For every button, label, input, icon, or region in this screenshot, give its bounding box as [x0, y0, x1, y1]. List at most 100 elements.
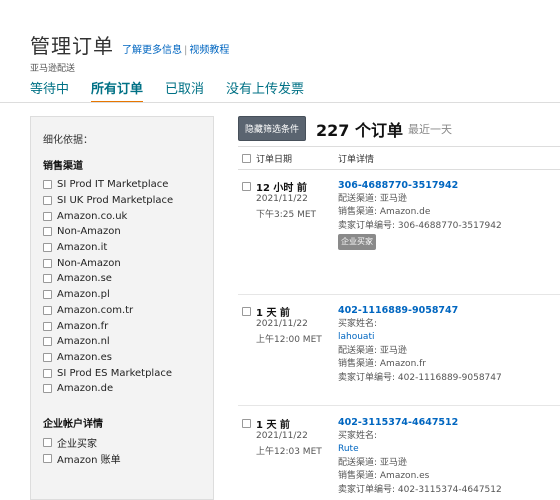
- order-details: 402-1116889-9058747 买家姓名: lahouati 配送渠道:…: [338, 304, 502, 385]
- filter-channel[interactable]: SI UK Prod Marketplace: [43, 193, 173, 209]
- filter-label: SI Prod IT Marketplace: [57, 179, 169, 191]
- filter-label: 企业买家: [57, 439, 97, 451]
- tabs-divider: [0, 102, 560, 103]
- checkbox[interactable]: [43, 211, 52, 221]
- buyer-name-link[interactable]: Rute: [338, 443, 502, 457]
- filter-label: Amazon.se: [57, 273, 112, 285]
- select-all-checkbox[interactable]: [242, 153, 251, 163]
- filter-channel[interactable]: Non-Amazon: [43, 224, 173, 240]
- filter-label: SI UK Prod Marketplace: [57, 195, 174, 207]
- business-account-title: 企业帐户详情: [43, 419, 103, 430]
- filter-label: Amazon.es: [57, 351, 112, 363]
- order-tabs: 等待中 所有订单 已取消 没有上传发票: [30, 78, 326, 103]
- filter-label: Amazon.it: [57, 242, 108, 254]
- buyer-name-label: 买家姓名:: [338, 430, 378, 441]
- checkbox[interactable]: [43, 258, 52, 268]
- checkbox[interactable]: [43, 274, 52, 284]
- fulfillment-channel: 配送渠道: 亚马逊: [338, 345, 407, 356]
- order-id-link[interactable]: 306-4688770-3517942: [338, 179, 502, 193]
- filter-label: Amazon.pl: [57, 289, 110, 301]
- buyer-name-link[interactable]: lahouati: [338, 331, 502, 345]
- filter-channel[interactable]: Amazon.co.uk: [43, 208, 173, 224]
- order-id-link[interactable]: 402-1116889-9058747: [338, 304, 502, 318]
- filter-business[interactable]: Amazon 账单: [43, 451, 121, 467]
- hide-filters-button[interactable]: 隐藏筛选条件: [238, 116, 307, 141]
- checkbox[interactable]: [43, 196, 52, 206]
- column-order-details: 订单详情: [338, 154, 375, 165]
- filter-label: Amazon.co.uk: [57, 210, 128, 222]
- filter-channel[interactable]: Amazon.fr: [43, 318, 173, 334]
- checkbox[interactable]: [43, 243, 52, 253]
- orders-table-header: 订单日期 订单详情: [238, 146, 560, 170]
- sales-channel: 销售渠道: Amazon.fr: [338, 359, 426, 369]
- tab-no-invoice[interactable]: 没有上传发票: [226, 78, 304, 103]
- order-details: 402-3115374-4647512 买家姓名: Rute 配送渠道: 亚马逊…: [338, 416, 502, 497]
- table-row: 1 天 前 2021/11/22 上午12:00 MET 402-1116889…: [238, 304, 560, 404]
- filter-channel[interactable]: Non-Amazon: [43, 255, 173, 271]
- filter-channel[interactable]: Amazon.pl: [43, 287, 173, 303]
- checkbox[interactable]: [43, 305, 52, 315]
- sales-channel: 销售渠道: Amazon.es: [338, 471, 430, 481]
- order-time: 下午3:25 MET: [256, 210, 317, 220]
- order-age: 1 天 前: [256, 308, 290, 319]
- table-row: 1 天 前 2021/11/22 上午12:03 MET 402-3115374…: [238, 416, 560, 500]
- row-divider: [238, 294, 560, 295]
- fulfillment-channel: 配送渠道: 亚马逊: [338, 193, 407, 204]
- filter-channel[interactable]: Amazon.es: [43, 350, 173, 366]
- filter-label: Amazon.com.tr: [57, 304, 134, 316]
- filter-business[interactable]: 企业买家: [43, 435, 121, 451]
- checkbox[interactable]: [43, 321, 52, 331]
- checkbox[interactable]: [43, 384, 52, 394]
- filter-label: Non-Amazon: [57, 257, 121, 269]
- filter-label: SI Prod ES Marketplace: [57, 367, 172, 379]
- checkbox[interactable]: [43, 337, 52, 347]
- order-date: 2021/11/22: [256, 194, 308, 204]
- checkbox[interactable]: [43, 290, 52, 300]
- order-count: 227 个订单: [316, 120, 403, 140]
- filter-label: Amazon.nl: [57, 336, 110, 348]
- filter-sidebar: 细化依据： 销售渠道 SI Prod IT Marketplace SI UK …: [30, 116, 214, 500]
- filter-label: Non-Amazon: [57, 226, 121, 238]
- checkbox[interactable]: [43, 352, 52, 362]
- order-time: 上午12:00 MET: [256, 335, 322, 345]
- order-time: 上午12:03 MET: [256, 447, 322, 457]
- seller-order-id: 卖家订单编号: 306-4688770-3517942: [338, 220, 502, 231]
- filter-channel[interactable]: Amazon.de: [43, 381, 173, 397]
- buyer-name-label: 买家姓名:: [338, 318, 378, 329]
- row-checkbox[interactable]: [242, 307, 251, 316]
- checkbox[interactable]: [43, 454, 52, 464]
- filter-label: Amazon.fr: [57, 320, 109, 332]
- filter-channel[interactable]: Amazon.se: [43, 271, 173, 287]
- filter-channel[interactable]: Amazon.nl: [43, 334, 173, 350]
- checkbox[interactable]: [43, 227, 52, 237]
- filter-channel[interactable]: SI Prod ES Marketplace: [43, 365, 173, 381]
- filter-channel[interactable]: SI Prod IT Marketplace: [43, 177, 173, 193]
- tab-cancelled[interactable]: 已取消: [165, 78, 204, 103]
- video-tutorial-link[interactable]: 视频教程: [189, 45, 229, 56]
- checkbox[interactable]: [43, 180, 52, 190]
- row-checkbox[interactable]: [242, 419, 251, 428]
- table-row: 12 小时 前 2021/11/22 下午3:25 MET 306-468877…: [238, 179, 560, 289]
- order-id-link[interactable]: 402-3115374-4647512: [338, 416, 502, 430]
- page-header: 管理订单 了解更多信息 | 视频教程: [30, 30, 229, 59]
- sales-channel-list: SI Prod IT Marketplace SI UK Prod Market…: [43, 177, 173, 397]
- tab-all-orders[interactable]: 所有订单: [91, 78, 144, 103]
- order-date: 2021/11/22: [256, 319, 308, 329]
- link-separator: |: [184, 45, 188, 56]
- filter-channel[interactable]: Amazon.com.tr: [43, 303, 173, 319]
- date-range-label: 最近一天: [408, 122, 452, 136]
- business-filter-list: 企业买家 Amazon 账单: [43, 435, 121, 466]
- row-checkbox[interactable]: [242, 182, 251, 191]
- page-title: 管理订单: [30, 34, 114, 58]
- row-divider: [238, 405, 560, 406]
- checkbox[interactable]: [43, 438, 52, 448]
- order-date: 2021/11/22: [256, 431, 308, 441]
- order-details: 306-4688770-3517942 配送渠道: 亚马逊 销售渠道: Amaz…: [338, 179, 502, 250]
- checkbox[interactable]: [43, 368, 52, 378]
- filter-channel[interactable]: Amazon.it: [43, 240, 173, 256]
- learn-more-link[interactable]: 了解更多信息: [122, 45, 182, 56]
- column-order-date[interactable]: 订单日期: [256, 152, 292, 165]
- results-toolbar: 隐藏筛选条件 227 个订单 最近一天: [238, 116, 452, 141]
- order-age: 12 小时 前: [256, 183, 307, 194]
- tab-pending[interactable]: 等待中: [30, 78, 69, 103]
